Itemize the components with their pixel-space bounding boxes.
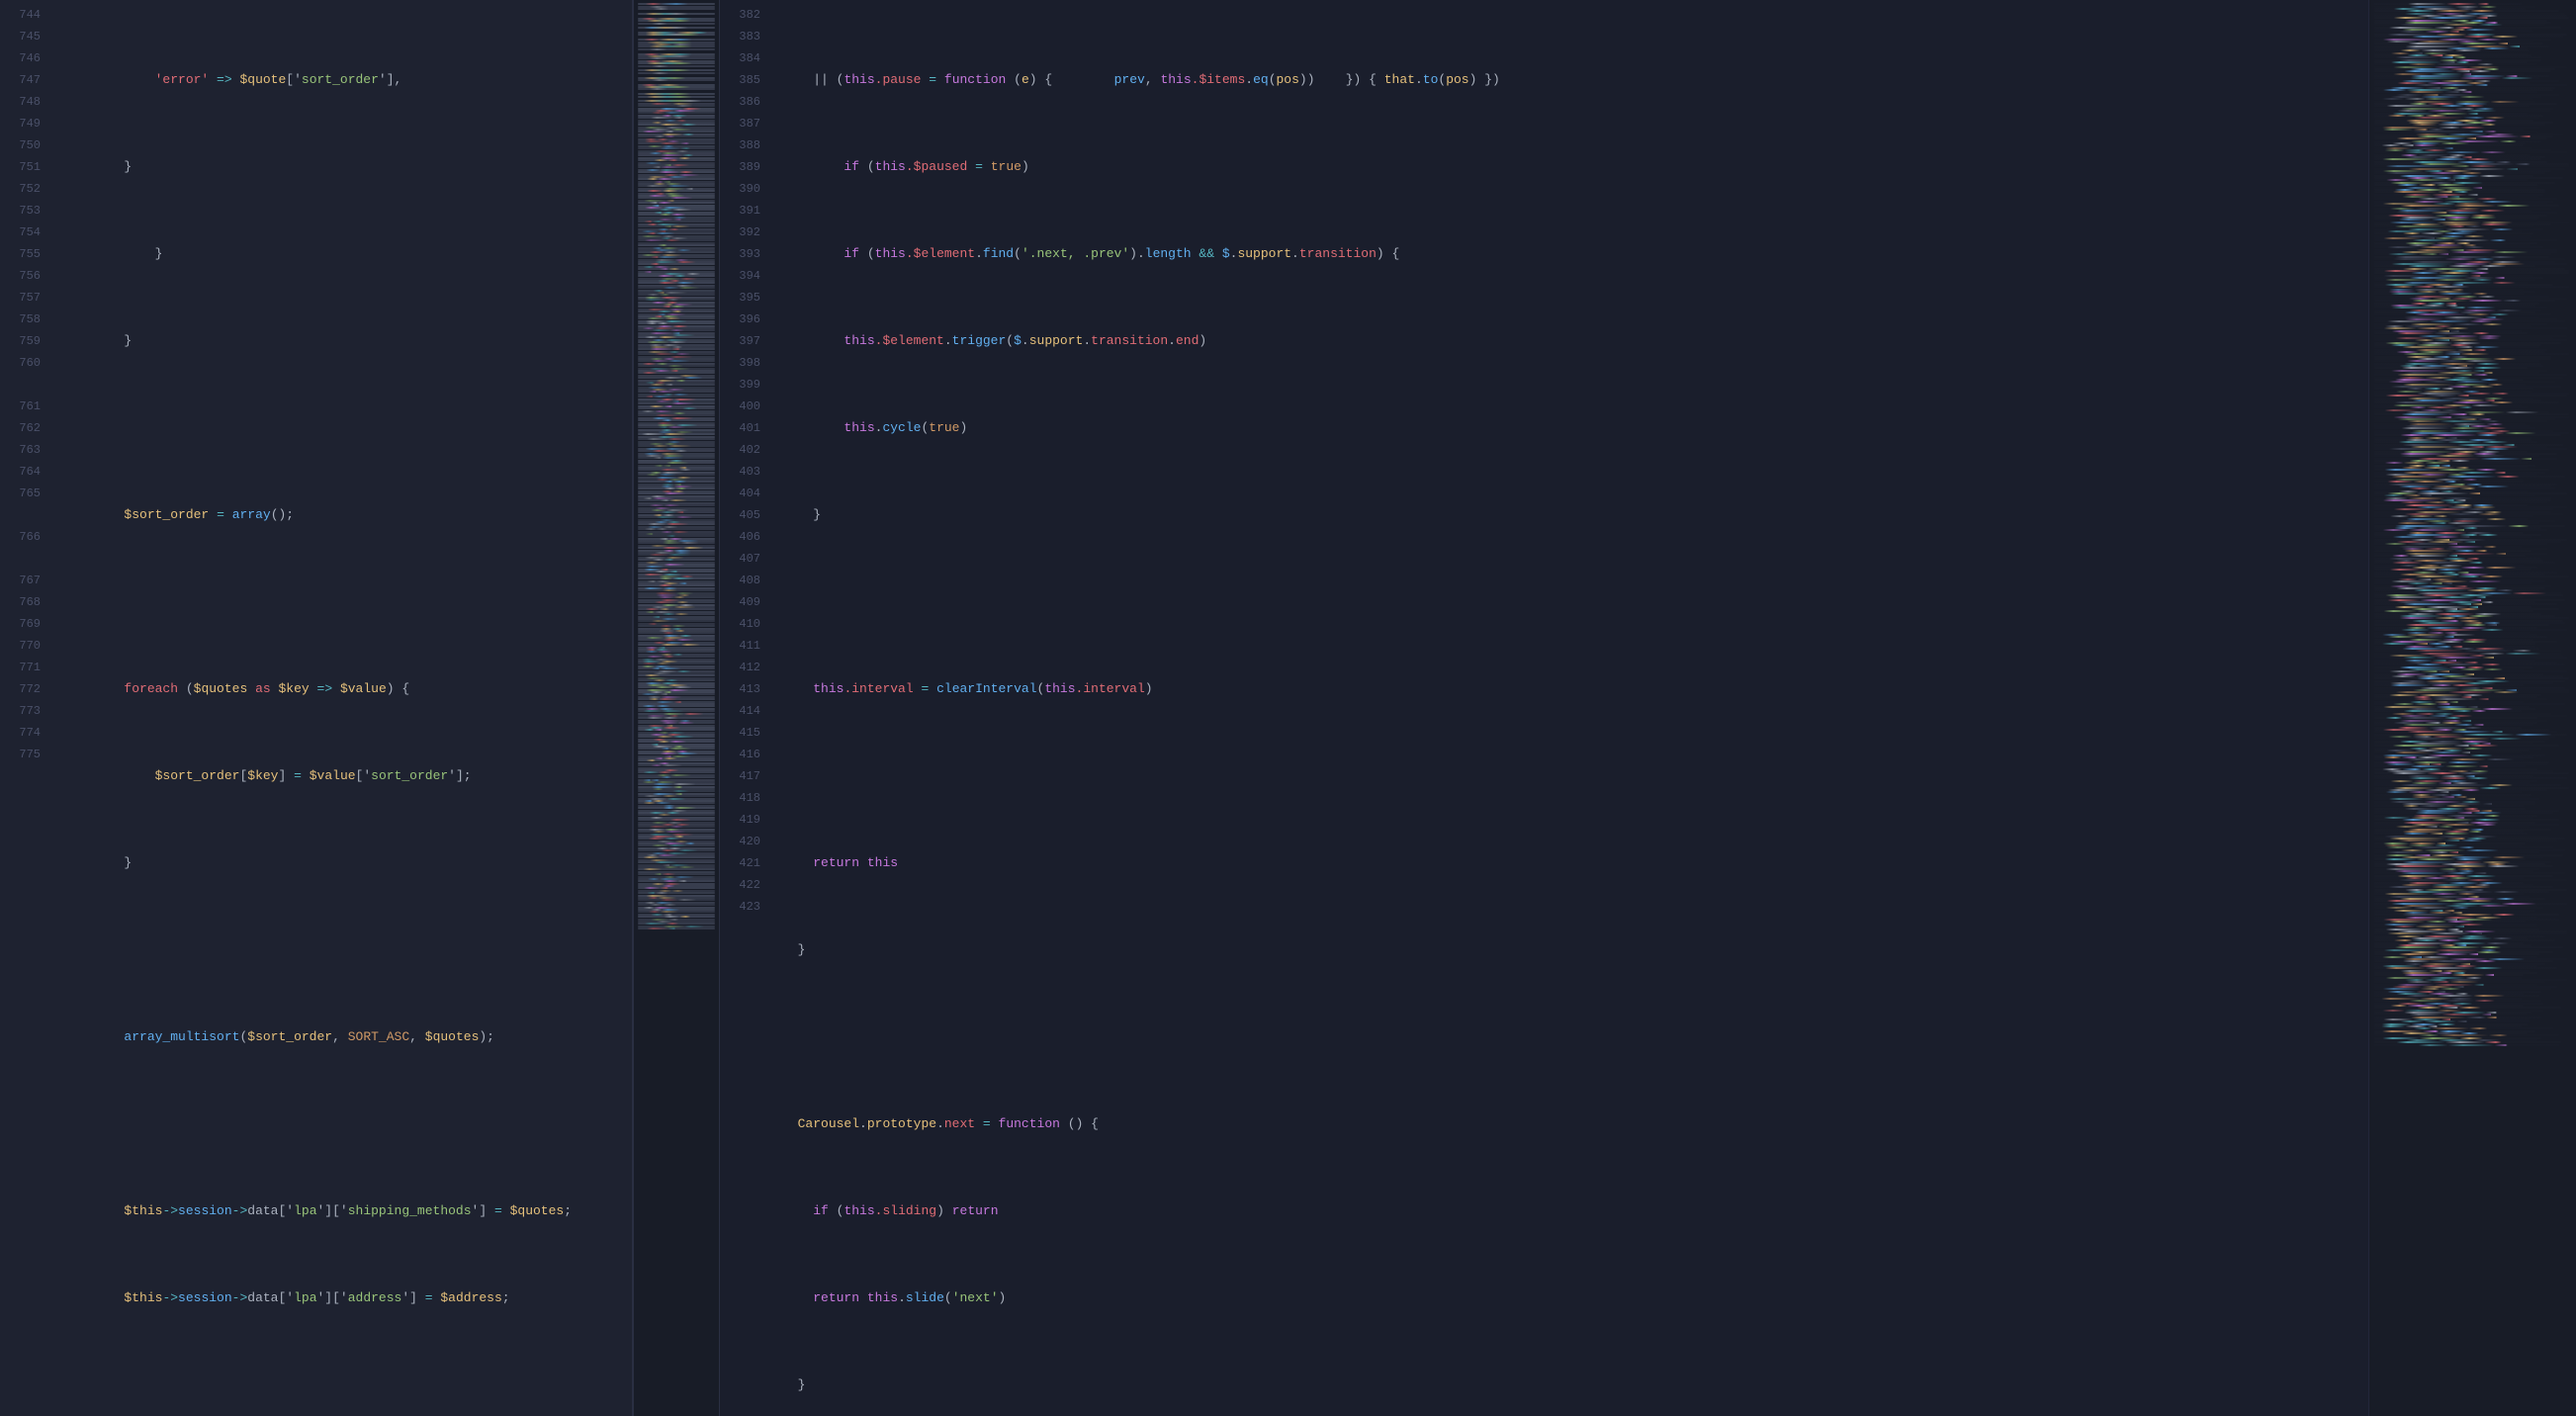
editor-container: 744 745 746 747 748 749 750 751 752 753 … <box>0 0 2576 1416</box>
code-line: } <box>62 156 632 178</box>
code-line: if (this.$paused = true) <box>782 156 2368 178</box>
code-line: this.interval = clearInterval(this.inter… <box>782 678 2368 700</box>
code-line: } <box>782 939 2368 961</box>
left-code-panel[interactable]: 744 745 746 747 748 749 750 751 752 753 … <box>0 0 633 1416</box>
code-line <box>62 417 632 439</box>
code-line: if (this.sliding) return <box>782 1200 2368 1222</box>
code-line: if (this.$element.find('.next, .prev').l… <box>782 243 2368 265</box>
code-line: $this->session->data['lpa']['shipping_me… <box>62 1200 632 1222</box>
far-right-minimap-content: (function(){ var mc = document.currentSc… <box>2369 0 2576 1416</box>
code-line <box>62 939 632 961</box>
code-line: } <box>782 504 2368 526</box>
code-line: } <box>782 1374 2368 1396</box>
code-line <box>62 1374 632 1396</box>
code-line: 'error' => $quote['sort_order'], <box>62 69 632 91</box>
code-line <box>62 1113 632 1135</box>
right-code-panel[interactable]: 382 383 384 385 386 387 388 389 390 391 … <box>720 0 2368 1416</box>
code-line <box>62 591 632 613</box>
code-line: return this.slide('next') <box>782 1287 2368 1309</box>
right-line-numbers: 382 383 384 385 386 387 388 389 390 391 … <box>720 0 774 1416</box>
code-line: } <box>62 243 632 265</box>
far-right-minimap: (function(){ var mc = document.currentSc… <box>2368 0 2576 1416</box>
code-line: this.cycle(true) <box>782 417 2368 439</box>
code-line: Carousel.prototype.next = function () { <box>782 1113 2368 1135</box>
left-line-numbers: 744 745 746 747 748 749 750 751 752 753 … <box>0 0 54 1416</box>
code-line <box>782 765 2368 787</box>
code-line <box>782 591 2368 613</box>
center-minimap: (function(){ var mc = document.currentSc… <box>633 0 720 1416</box>
right-code-content[interactable]: || (this.pause = function (e) { prev, th… <box>774 0 2368 1416</box>
code-line: array_multisort($sort_order, SORT_ASC, $… <box>62 1026 632 1048</box>
code-line: } <box>62 852 632 874</box>
code-line: $sort_order = array(); <box>62 504 632 526</box>
code-line <box>782 1026 2368 1048</box>
code-line: $this->session->data['lpa']['address'] =… <box>62 1287 632 1309</box>
code-line: foreach ($quotes as $key => $value) { <box>62 678 632 700</box>
code-line: $sort_order[$key] = $value['sort_order']… <box>62 765 632 787</box>
code-line: return this <box>782 852 2368 874</box>
minimap-content: (function(){ var mc = document.currentSc… <box>634 0 719 933</box>
left-code-content[interactable]: 'error' => $quote['sort_order'], } } } $… <box>54 0 632 1416</box>
code-line: this.$element.trigger($.support.transiti… <box>782 330 2368 352</box>
code-line: } <box>62 330 632 352</box>
code-line: || (this.pause = function (e) { prev, th… <box>782 69 2368 91</box>
